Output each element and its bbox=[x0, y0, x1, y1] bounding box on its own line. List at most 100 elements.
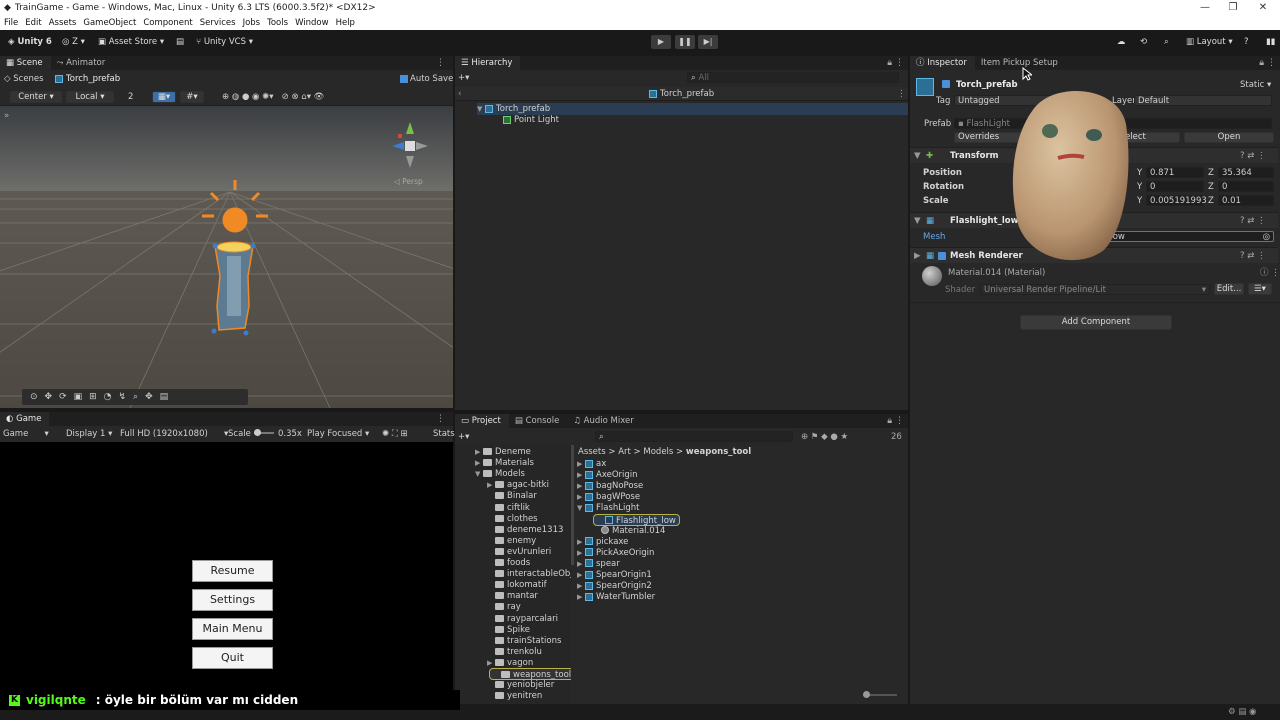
inspector-lock-icon[interactable]: 🔒︎ bbox=[1259, 58, 1264, 68]
tab-hierarchy[interactable]: ☰ Hierarchy bbox=[455, 56, 521, 70]
shader-dropdown[interactable]: Universal Render Pipeline/Lit ▾ bbox=[980, 284, 1210, 295]
position-y-field[interactable]: 0.871 bbox=[1146, 167, 1204, 178]
hierarchy-search[interactable]: ⌕ All bbox=[687, 72, 899, 83]
resolution-dropdown[interactable]: Full HD (1920x1080) ▾ bbox=[120, 428, 228, 440]
hierarchy-more-icon[interactable]: ⋮ bbox=[895, 58, 904, 68]
overlay-expand-icon[interactable]: » bbox=[4, 110, 9, 122]
asset-store-button[interactable]: ▣ Asset Store ▾ bbox=[94, 35, 168, 50]
folder-tree-item[interactable]: yenitren bbox=[487, 690, 542, 702]
rotation-z-field[interactable]: 0 bbox=[1218, 181, 1274, 192]
help-icon[interactable]: ? bbox=[1240, 35, 1253, 50]
grid-snap-icon[interactable]: ▦▾ bbox=[152, 91, 176, 103]
menu-help[interactable]: Help bbox=[336, 18, 355, 28]
scene-viewport[interactable]: ◁ Persp » ⊙✥⟳▣⊞◔↯⌕✥▤ bbox=[0, 106, 453, 408]
unity-button[interactable]: ◈ Unity 6 bbox=[4, 35, 56, 50]
expand-arrow-icon[interactable]: ▶ bbox=[914, 250, 921, 262]
edit-shader-button[interactable]: Edit... bbox=[1214, 283, 1244, 295]
scale-slider[interactable] bbox=[254, 429, 274, 436]
game-mode-dropdown[interactable]: Game ▾ bbox=[3, 428, 49, 440]
menu-file[interactable]: File bbox=[4, 18, 18, 28]
close-button[interactable]: ✕ bbox=[1248, 0, 1278, 16]
grid-icon[interactable]: #▾ bbox=[180, 91, 204, 103]
draw-mode-icons[interactable]: ⊕ ◍ ● ◉ ✺▾ ⊘ ⊗ ⌂▾ 👁 bbox=[222, 91, 324, 103]
breadcrumb-scenes[interactable]: ◇ Scenes bbox=[4, 73, 44, 85]
component-icons[interactable]: ? ⇄ ⋮ bbox=[1240, 215, 1266, 227]
game-toggle-icons[interactable]: ✺ ⛶ ⊞ bbox=[382, 428, 408, 440]
expand-arrow-icon[interactable]: ▼ bbox=[577, 502, 585, 514]
vcs-button[interactable]: ⑂ Unity VCS ▾ bbox=[192, 35, 257, 50]
persp-label[interactable]: ◁ Persp bbox=[394, 176, 423, 188]
zoom-slider[interactable] bbox=[863, 691, 897, 698]
menu-tools[interactable]: Tools bbox=[267, 18, 288, 28]
tab-inspector[interactable]: ⓘ Inspector bbox=[910, 56, 975, 70]
game-more-icon[interactable]: ⋮ bbox=[436, 414, 445, 424]
asset-item[interactable]: ▶ WaterTumbler bbox=[577, 591, 655, 603]
scale-slider-thumb[interactable] bbox=[254, 429, 261, 436]
menu-jobs[interactable]: Jobs bbox=[243, 18, 261, 28]
inspector-more-icon[interactable]: ⋮ bbox=[1267, 58, 1276, 68]
object-picker-icon[interactable]: ◎ bbox=[1263, 232, 1270, 242]
menu-gameobject[interactable]: GameObject bbox=[83, 18, 136, 28]
pause-button[interactable]: ❚❚ bbox=[675, 35, 695, 49]
shader-options-icon[interactable]: ☰▾ bbox=[1248, 283, 1272, 295]
hierarchy-item[interactable]: Point Light bbox=[503, 114, 559, 126]
tab-project[interactable]: ▭ Project bbox=[455, 414, 509, 428]
open-button[interactable]: Open bbox=[1184, 132, 1274, 143]
back-arrow-icon[interactable]: ‹ bbox=[458, 88, 461, 100]
project-create-button[interactable]: +▾ bbox=[458, 431, 469, 443]
main-menu-button[interactable]: Main Menu bbox=[192, 618, 273, 640]
breadcrumb-prefab[interactable]: Torch_prefab bbox=[55, 73, 120, 85]
breadcrumb-models[interactable]: Models bbox=[643, 447, 673, 457]
tab-audio-mixer[interactable]: ♫ Audio Mixer bbox=[567, 414, 641, 428]
component-icons[interactable]: ? ⇄ ⋮ bbox=[1240, 250, 1266, 262]
maximize-button[interactable]: ❐ bbox=[1218, 0, 1248, 16]
add-component-button[interactable]: Add Component bbox=[1020, 315, 1172, 330]
status-icons[interactable]: ⚙ ▤ ◉ bbox=[1228, 706, 1256, 718]
more-icon[interactable]: ⋮ bbox=[436, 58, 445, 68]
play-focused-dropdown[interactable]: Play Focused ▾ bbox=[307, 428, 369, 440]
pivot-dropdown[interactable]: Center ▾ bbox=[10, 91, 62, 103]
minimize-button[interactable]: — bbox=[1190, 0, 1220, 16]
snap-value[interactable]: 2 bbox=[128, 91, 133, 103]
tab-animator[interactable]: ⤳ Animator bbox=[51, 56, 114, 70]
expand-arrow-icon[interactable]: ▶ bbox=[577, 591, 585, 603]
material-more-icon[interactable]: ⓘ ⋮ bbox=[1260, 267, 1280, 279]
create-button[interactable]: +▾ bbox=[458, 72, 469, 84]
expand-arrow-icon[interactable]: ▼ bbox=[914, 150, 921, 162]
breadcrumb-art[interactable]: Art bbox=[618, 447, 631, 457]
package-icon[interactable]: ▤ bbox=[172, 35, 188, 50]
position-z-field[interactable]: 35.364 bbox=[1218, 167, 1274, 178]
tab-item-pickup-setup[interactable]: Item Pickup Setup bbox=[975, 56, 1066, 70]
display-dropdown[interactable]: Display 1 ▾ bbox=[66, 428, 112, 440]
filter-icons[interactable]: ⊕ ⚑ ◆ ● ★ bbox=[801, 431, 848, 443]
auto-save-toggle[interactable]: Auto Save bbox=[400, 73, 453, 85]
quit-button[interactable]: Quit bbox=[192, 647, 273, 669]
enabled-checkbox[interactable] bbox=[938, 252, 946, 260]
scale-y-field[interactable]: 0.005191993 bbox=[1146, 195, 1207, 206]
scale-z-field[interactable]: 0.01 bbox=[1218, 195, 1274, 206]
resume-button[interactable]: Resume bbox=[192, 560, 273, 582]
play-button[interactable]: ▶ bbox=[651, 35, 671, 49]
tab-console[interactable]: ▤ Console bbox=[509, 414, 567, 428]
breadcrumb-assets[interactable]: Assets bbox=[578, 447, 606, 457]
layout-dropdown[interactable]: ▥ Layout ▾ bbox=[1182, 35, 1237, 50]
history-icon[interactable]: ⟲ bbox=[1136, 35, 1151, 50]
header-more-icon[interactable]: ⋮ bbox=[897, 88, 906, 100]
settings-button[interactable]: Settings bbox=[192, 589, 273, 611]
rotation-y-field[interactable]: 0 bbox=[1146, 181, 1204, 192]
menu-edit[interactable]: Edit bbox=[25, 18, 41, 28]
menu-services[interactable]: Services bbox=[200, 18, 236, 28]
menu-component[interactable]: Component bbox=[143, 18, 192, 28]
static-toggle[interactable]: Static ▾ bbox=[1240, 79, 1271, 91]
expand-arrow-icon[interactable]: ▼ bbox=[477, 103, 485, 115]
tab-scene[interactable]: ▦ Scene bbox=[0, 56, 51, 70]
tool-strip[interactable]: ⊙✥⟳▣⊞◔↯⌕✥▤ bbox=[22, 389, 248, 405]
menu-assets[interactable]: Assets bbox=[49, 18, 77, 28]
search-icon[interactable]: ⌕ bbox=[1160, 35, 1173, 50]
active-checkbox[interactable] bbox=[942, 80, 950, 88]
menu-window[interactable]: Window bbox=[295, 18, 329, 28]
project-lock-icon[interactable]: 🔒︎ bbox=[887, 416, 892, 426]
game-view[interactable]: Resume Settings Main Menu Quit bbox=[0, 442, 453, 704]
stats-button[interactable]: Stats bbox=[433, 428, 455, 440]
expand-arrow-icon[interactable]: ▼ bbox=[475, 468, 483, 480]
